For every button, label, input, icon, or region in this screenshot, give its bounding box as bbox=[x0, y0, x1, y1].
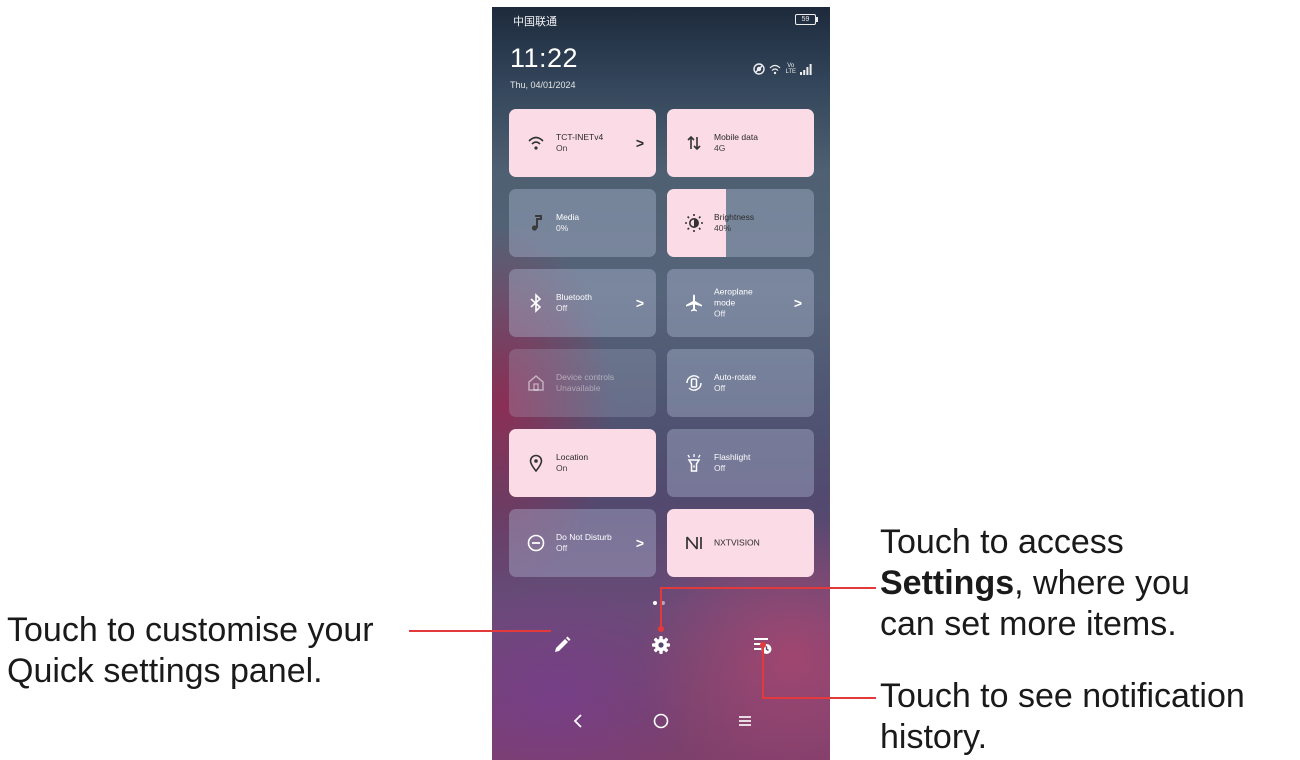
nfc-icon bbox=[753, 63, 766, 75]
battery-icon: 59 bbox=[795, 14, 818, 25]
tile-state: Unavailable bbox=[556, 383, 601, 393]
do-not-disturb-icon bbox=[527, 534, 545, 552]
tile-wifi[interactable]: TCT-INETv4 On > bbox=[509, 109, 656, 177]
callout-line-history-horizontal bbox=[762, 697, 876, 699]
clock: 11:22 bbox=[510, 43, 579, 73]
tile-state: On bbox=[556, 463, 568, 473]
callout-settings-line3: can set more items. bbox=[880, 605, 1177, 643]
tile-location[interactable]: Location On bbox=[509, 429, 656, 497]
callout-line-history-vertical bbox=[762, 646, 764, 698]
callout-history: Touch to see notification history. bbox=[880, 676, 1295, 758]
tile-device-controls: Device controls Unavailable bbox=[509, 349, 656, 417]
chevron-right-icon[interactable]: > bbox=[794, 295, 802, 311]
tile-state: Off bbox=[714, 383, 726, 393]
system-icons: Vo LTE bbox=[753, 63, 812, 75]
flashlight-icon bbox=[687, 454, 701, 472]
callout-settings-rest: , where you bbox=[1014, 564, 1190, 602]
tile-flashlight[interactable]: Flashlight Off bbox=[667, 429, 814, 497]
phone-screen: 中国联通 59 11:22 Thu, 04/01/2024 Vo LTE TCT… bbox=[492, 7, 830, 760]
tile-label: Device controls bbox=[556, 372, 615, 382]
tile-state: Off bbox=[556, 303, 568, 313]
gear-icon[interactable] bbox=[649, 633, 673, 657]
tile-label: TCT-INETv4 bbox=[556, 132, 604, 142]
callout-dot-history bbox=[760, 642, 766, 648]
tile-state: Off bbox=[714, 308, 726, 319]
callout-line-customise bbox=[409, 630, 551, 632]
nav-home-button[interactable] bbox=[649, 709, 673, 733]
tile-label: Bluetooth bbox=[556, 292, 592, 302]
tile-label: Brightness bbox=[714, 212, 755, 222]
tile-state: On bbox=[556, 143, 568, 153]
airplane-icon bbox=[686, 294, 702, 312]
nav-back-button[interactable] bbox=[567, 709, 591, 733]
back-icon bbox=[573, 714, 582, 728]
location-pin-icon bbox=[529, 454, 543, 473]
wifi-icon bbox=[528, 136, 544, 150]
tile-state: Off bbox=[714, 463, 726, 473]
tile-nxtvision[interactable]: NXTVISION bbox=[667, 509, 814, 577]
tile-state: 4G bbox=[714, 143, 726, 153]
callout-customise-line1: Touch to customise your bbox=[7, 611, 374, 649]
tile-aeroplane-mode[interactable]: Aeroplane mode Off > bbox=[667, 269, 814, 337]
tile-label: Media bbox=[556, 212, 580, 222]
callout-dot-settings bbox=[658, 626, 664, 632]
edit-pencil-icon[interactable] bbox=[550, 633, 574, 657]
chevron-right-icon[interactable]: > bbox=[636, 295, 644, 311]
tile-state: 40% bbox=[714, 223, 732, 233]
callout-settings-line1: Touch to access bbox=[880, 523, 1124, 561]
status-bar: 中国联通 59 bbox=[492, 7, 830, 29]
wifi-status-icon bbox=[770, 64, 781, 74]
volte-bottom: LTE bbox=[785, 69, 796, 75]
tile-auto-rotate[interactable]: Auto-rotate Off bbox=[667, 349, 814, 417]
callout-customise-line2: Quick settings panel. bbox=[7, 652, 323, 690]
tile-bluetooth[interactable]: Bluetooth Off > bbox=[509, 269, 656, 337]
chevron-right-icon[interactable]: > bbox=[636, 535, 644, 551]
callout-history-line1: Touch to see notification bbox=[880, 677, 1245, 715]
date: Thu, 04/01/2024 bbox=[510, 80, 576, 90]
tile-label-line2: mode bbox=[714, 297, 736, 308]
bluetooth-icon bbox=[530, 293, 542, 313]
tile-media[interactable]: Media 0% bbox=[509, 189, 656, 257]
tile-state: Off bbox=[556, 543, 568, 553]
music-note-icon bbox=[531, 215, 542, 231]
nxtvision-icon bbox=[686, 536, 702, 550]
callout-line-settings-horizontal bbox=[660, 587, 876, 589]
callout-line-settings-vertical bbox=[660, 587, 662, 630]
chevron-right-icon[interactable]: > bbox=[636, 135, 644, 151]
home-icon bbox=[528, 375, 544, 391]
mobile-data-icon bbox=[687, 135, 701, 151]
tile-label: Auto-rotate bbox=[714, 372, 757, 382]
callout-settings: Touch to access Settings, where you can … bbox=[880, 522, 1295, 645]
callout-settings-line2: Settings, where you bbox=[880, 563, 1295, 604]
callout-history-line2: history. bbox=[880, 718, 988, 756]
page-indicator bbox=[653, 601, 665, 605]
tile-mobile-data[interactable]: Mobile data 4G bbox=[667, 109, 814, 177]
tile-do-not-disturb[interactable]: Do Not Disturb Off > bbox=[509, 509, 656, 577]
tile-label: Mobile data bbox=[714, 132, 758, 142]
page-dot-active bbox=[653, 601, 657, 605]
volte-indicator: Vo LTE bbox=[785, 63, 796, 75]
tile-label: Location bbox=[556, 452, 589, 462]
carrier-name: 中国联通 bbox=[513, 15, 557, 28]
tile-label: Do Not Disturb bbox=[556, 532, 612, 542]
auto-rotate-icon bbox=[686, 375, 702, 391]
tile-brightness[interactable]: Brightness 40% bbox=[667, 189, 814, 257]
home-circle-icon bbox=[653, 713, 669, 729]
tile-state: 0% bbox=[556, 223, 569, 233]
callout-settings-bold: Settings bbox=[880, 564, 1015, 602]
tile-label-line1: Aeroplane bbox=[714, 286, 753, 297]
callout-customise: Touch to customise your Quick settings p… bbox=[7, 610, 417, 692]
signal-icon bbox=[800, 63, 812, 75]
tile-label: Flashlight bbox=[714, 452, 751, 462]
tile-label: NXTVISION bbox=[714, 537, 760, 548]
recents-menu-icon bbox=[739, 716, 751, 726]
brightness-icon bbox=[685, 214, 703, 232]
nav-recents-button[interactable] bbox=[733, 709, 757, 733]
